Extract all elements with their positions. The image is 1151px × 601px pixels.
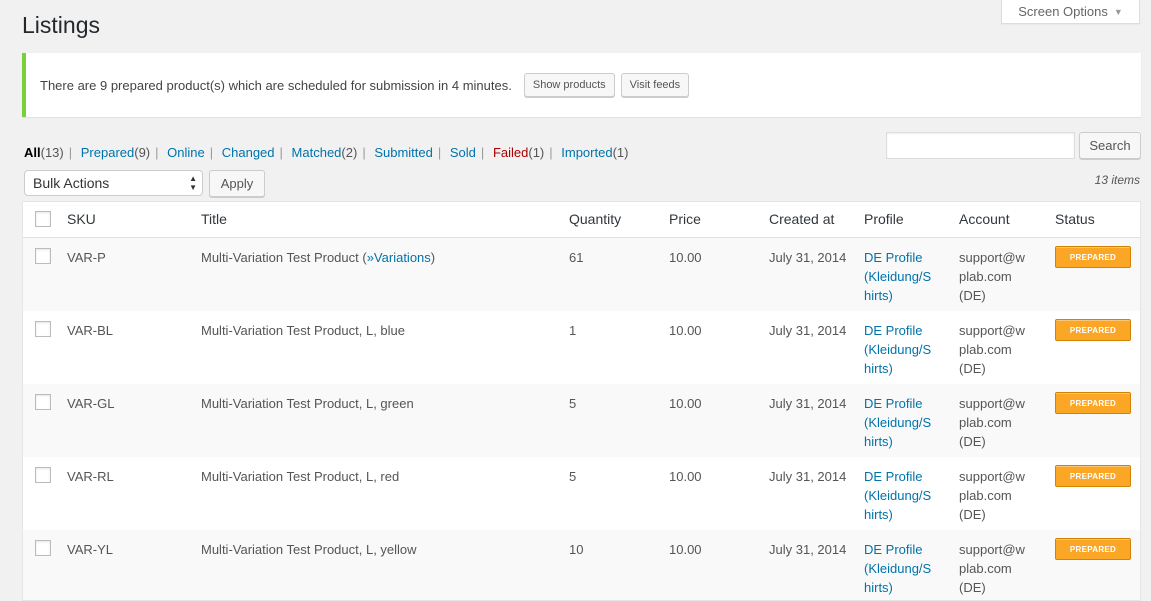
account-cell: support@w plab.com (DE) <box>959 542 1025 595</box>
visit-feeds-button[interactable]: Visit feeds <box>620 73 690 97</box>
page-title: Listings <box>22 12 100 38</box>
bulk-actions-select[interactable]: Bulk Actions ▲ ▼ <box>24 170 203 196</box>
profile-link[interactable]: DE Profile (Kleidung/S hirts) <box>864 467 931 524</box>
status-badge: PREPARED <box>1055 538 1131 560</box>
row-checkbox[interactable] <box>35 248 51 264</box>
quantity-cell: 1 <box>569 323 577 338</box>
column-title[interactable]: Title <box>201 211 227 227</box>
price-cell: 10.00 <box>669 469 702 484</box>
listings-table: SKU Title Quantity Price Created at Prof… <box>22 201 1141 601</box>
sku-cell: VAR-RL <box>67 469 114 484</box>
show-products-button[interactable]: Show products <box>523 73 615 97</box>
row-checkbox[interactable] <box>35 540 51 556</box>
table-row: VAR-RL Multi-Variation Test Product, L, … <box>23 457 1140 530</box>
column-profile[interactable]: Profile <box>864 211 904 227</box>
filter-prepared[interactable]: Prepared(9) <box>81 145 150 160</box>
filter-all[interactable]: All(13) <box>24 145 64 160</box>
column-created-at[interactable]: Created at <box>769 211 834 227</box>
price-cell: 10.00 <box>669 323 702 338</box>
account-cell: support@w plab.com (DE) <box>959 396 1025 449</box>
bulk-actions-value: Bulk Actions <box>33 175 110 191</box>
filter-sold[interactable]: Sold <box>450 145 476 160</box>
search-button[interactable]: Search <box>1079 132 1141 159</box>
table-body: VAR-P Multi-Variation Test Product (»Var… <box>23 238 1140 600</box>
quantity-cell: 10 <box>569 542 584 557</box>
status-badge: PREPARED <box>1055 392 1131 414</box>
account-cell: support@w plab.com (DE) <box>959 250 1025 303</box>
apply-button[interactable]: Apply <box>209 170 265 197</box>
account-cell: support@w plab.com (DE) <box>959 323 1025 376</box>
created-at-cell: July 31, 2014 <box>769 396 847 411</box>
status-filter-links: All(13) | Prepared(9) | Online | Changed | M… <box>24 145 629 160</box>
title-cell: Multi-Variation Test Product (»Variation… <box>201 250 436 265</box>
profile-link[interactable]: DE Profile (Kleidung/S hirts) <box>864 248 931 305</box>
sku-cell: VAR-GL <box>67 396 115 411</box>
table-row: VAR-YL Multi-Variation Test Product, L, … <box>23 530 1140 600</box>
created-at-cell: July 31, 2014 <box>769 469 847 484</box>
price-cell: 10.00 <box>669 542 702 557</box>
items-count: 13 items <box>1094 173 1140 187</box>
row-checkbox[interactable] <box>35 321 51 337</box>
column-quantity[interactable]: Quantity <box>569 211 621 227</box>
column-price[interactable]: Price <box>669 211 701 227</box>
title-cell: Multi-Variation Test Product, L, green <box>201 396 414 411</box>
screen-options-button[interactable]: Screen Options ▼ <box>1001 0 1140 24</box>
select-all-checkbox[interactable] <box>35 211 51 227</box>
quantity-cell: 5 <box>569 396 577 411</box>
filter-changed[interactable]: Changed <box>222 145 275 160</box>
created-at-cell: July 31, 2014 <box>769 323 847 338</box>
table-row: VAR-GL Multi-Variation Test Product, L, … <box>23 384 1140 457</box>
table-row: VAR-P Multi-Variation Test Product (»Var… <box>23 238 1140 311</box>
column-sku[interactable]: SKU <box>67 211 96 227</box>
row-checkbox[interactable] <box>35 394 51 410</box>
status-badge: PREPARED <box>1055 246 1131 268</box>
profile-link[interactable]: DE Profile (Kleidung/S hirts) <box>864 394 931 451</box>
price-cell: 10.00 <box>669 250 702 265</box>
variations-link[interactable]: »Variations <box>367 250 431 265</box>
table-row: VAR-BL Multi-Variation Test Product, L, … <box>23 311 1140 384</box>
filter-online[interactable]: Online <box>167 145 205 160</box>
quantity-cell: 5 <box>569 469 577 484</box>
title-cell: Multi-Variation Test Product, L, blue <box>201 323 406 338</box>
profile-link[interactable]: DE Profile (Kleidung/S hirts) <box>864 540 931 597</box>
table-header: SKU Title Quantity Price Created at Prof… <box>23 202 1140 238</box>
filter-imported[interactable]: Imported(1) <box>561 145 628 160</box>
created-at-cell: July 31, 2014 <box>769 250 847 265</box>
row-checkbox[interactable] <box>35 467 51 483</box>
status-badge: PREPARED <box>1055 319 1131 341</box>
scheduled-submission-notice: There are 9 prepared product(s) which ar… <box>22 53 1141 117</box>
created-at-cell: July 31, 2014 <box>769 542 847 557</box>
column-status: Status <box>1055 211 1095 227</box>
account-cell: support@w plab.com (DE) <box>959 469 1025 522</box>
filter-matched[interactable]: Matched(2) <box>292 145 358 160</box>
select-arrows-icon: ▲ ▼ <box>189 174 197 192</box>
sku-cell: VAR-P <box>67 250 106 265</box>
filter-failed[interactable]: Failed(1) <box>493 145 544 160</box>
caret-down-icon: ▼ <box>1113 6 1123 17</box>
title-cell: Multi-Variation Test Product, L, red <box>201 469 400 484</box>
status-badge: PREPARED <box>1055 465 1131 487</box>
screen-options-label: Screen Options <box>1018 4 1108 19</box>
notice-text: There are 9 prepared product(s) which ar… <box>40 77 512 93</box>
filter-submitted[interactable]: Submitted <box>374 145 433 160</box>
column-account[interactable]: Account <box>959 211 1010 227</box>
search-input[interactable] <box>886 132 1075 159</box>
quantity-cell: 61 <box>569 250 584 265</box>
sku-cell: VAR-BL <box>67 323 113 338</box>
sku-cell: VAR-YL <box>67 542 113 557</box>
title-cell: Multi-Variation Test Product, L, yellow <box>201 542 417 557</box>
profile-link[interactable]: DE Profile (Kleidung/S hirts) <box>864 321 931 378</box>
price-cell: 10.00 <box>669 396 702 411</box>
